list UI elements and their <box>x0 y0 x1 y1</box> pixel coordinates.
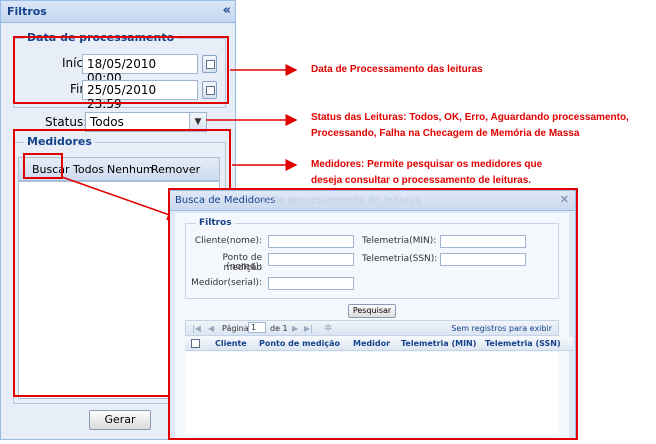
status-annotation-line2: Processando, Falha na Checagem de Memóri… <box>311 128 580 139</box>
status-annotation-line1: Status das Leituras: Todos, OK, Erro, Ag… <box>311 112 629 123</box>
search-window-highlight-box <box>168 188 578 440</box>
date-annotation: Data de Processamento das leituras <box>311 64 483 75</box>
meters-annotation-line2: deseja consultar o processamento de leit… <box>311 175 532 186</box>
meters-annotation-line1: Medidores: Permite pesquisar os medidore… <box>311 159 543 170</box>
search-window-arrow <box>61 176 180 221</box>
